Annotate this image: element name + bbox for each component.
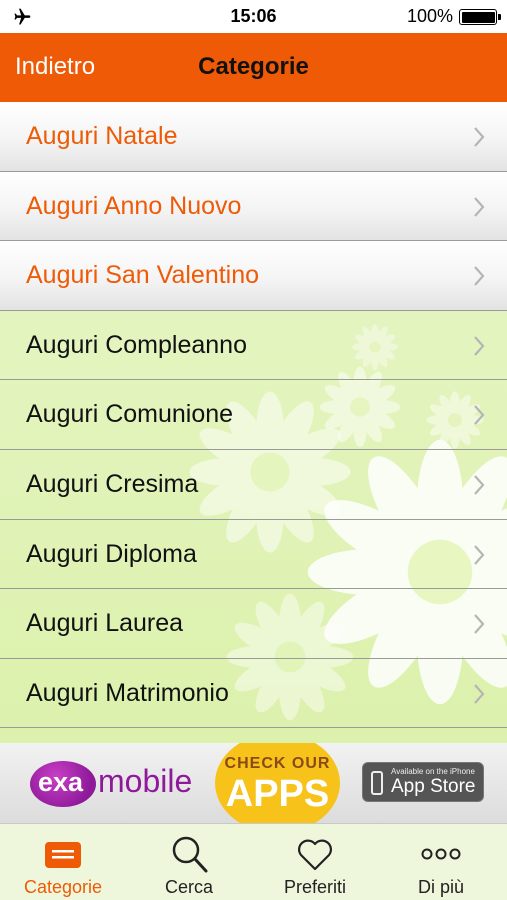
ad-apps: APPS — [225, 773, 330, 815]
category-list-area[interactable]: Auguri Natale Auguri Anno Nuovo Auguri San… — [0, 102, 507, 743]
list-item[interactable]: Auguri Matrimonio — [0, 659, 507, 729]
chevron-right-icon — [474, 196, 485, 217]
tab-cerca[interactable]: Cerca — [126, 824, 252, 900]
status-bar: 15:06 100% — [0, 0, 507, 33]
battery-icon — [459, 9, 497, 25]
list-item-label: Auguri Cresima — [26, 469, 199, 498]
list-item-label: Auguri Compleanno — [26, 330, 247, 359]
list-item[interactable]: Auguri Natale — [0, 102, 507, 172]
appstore-small-label: Available on the iPhone — [391, 767, 475, 776]
chevron-right-icon — [474, 544, 485, 565]
appstore-label: App Store — [391, 776, 476, 797]
list-item-label: Auguri Anno Nuovo — [26, 191, 242, 220]
iphone-icon — [371, 771, 383, 795]
list-item-label: Auguri Laurea — [26, 609, 184, 638]
ad-banner[interactable]: exa mobile CHECK OUR APPS Available on t… — [0, 743, 507, 823]
ad-check-our: CHECK OUR — [224, 755, 331, 772]
list-item[interactable]: Auguri Anno Nuovo — [0, 171, 507, 242]
list-item-label: Auguri San Valentino — [26, 261, 260, 290]
page-title: Categorie — [198, 53, 309, 80]
navigation-bar: Indietro Categorie — [0, 33, 507, 102]
chevron-right-icon — [474, 475, 485, 495]
search-icon — [172, 836, 208, 873]
list-item-label: Auguri Diploma — [26, 539, 197, 568]
tab-label-cerca: Cerca — [164, 877, 213, 897]
chevron-right-icon — [474, 614, 485, 634]
battery-percentage: 100% — [406, 6, 453, 26]
app-store-badge[interactable]: Available on the iPhone App Store — [362, 762, 484, 802]
list-item[interactable]: Auguri Cresima — [0, 450, 507, 520]
chevron-right-icon — [474, 405, 485, 426]
list-item[interactable]: Auguri Comunione — [0, 380, 507, 450]
tab-di-piu[interactable]: Di più — [378, 824, 504, 900]
list-item-label: Auguri Comunione — [26, 400, 234, 429]
tab-bar: Categorie Cerca Preferiti Di più — [0, 823, 507, 900]
list-item[interactable]: Auguri Compleanno — [0, 311, 507, 381]
chevron-right-icon — [474, 127, 485, 147]
tab-preferiti[interactable]: Preferiti — [252, 824, 378, 900]
tab-label-di-piu: Di più — [417, 877, 465, 897]
list-item-label: Auguri Matrimonio — [26, 678, 229, 707]
heart-icon — [298, 839, 332, 871]
ad-brand-exa: exa — [38, 767, 84, 797]
chevron-right-icon — [474, 266, 485, 286]
list-item[interactable]: Auguri San Valentino — [0, 241, 507, 311]
more-icon — [421, 848, 461, 860]
list-icon — [45, 842, 81, 868]
chevron-right-icon — [474, 684, 485, 704]
category-list: Auguri Natale Auguri Anno Nuovo Auguri San… — [0, 102, 507, 729]
tab-categorie[interactable]: Categorie — [0, 824, 126, 900]
list-item[interactable]: Auguri Laurea — [0, 589, 507, 659]
chevron-right-icon — [474, 336, 485, 356]
list-item-label: Auguri Natale — [26, 122, 178, 150]
tab-label-preferiti: Preferiti — [283, 877, 346, 897]
ad-brand-mobile: mobile — [98, 763, 193, 799]
list-item[interactable]: Auguri Diploma — [0, 520, 507, 590]
tab-label-categorie: Categorie — [23, 877, 103, 897]
